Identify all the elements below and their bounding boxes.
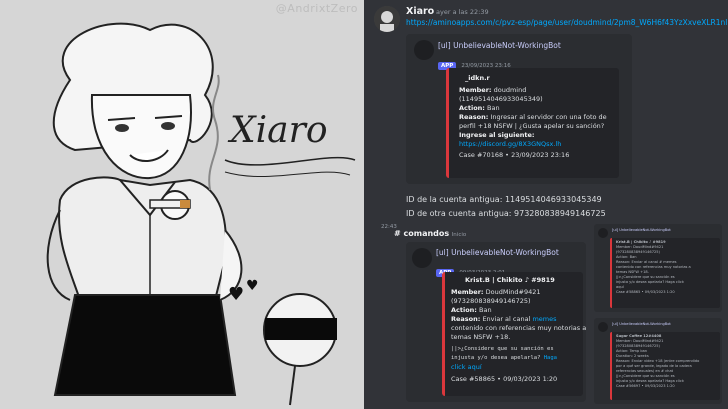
appeal-text: ||>¿Considere que su sanción es (451, 346, 554, 352)
action-value: Ban (479, 306, 492, 314)
mini-line: Case #58865 • 09/03/2023 1:20 (616, 290, 675, 294)
bot-avatar[interactable] (414, 40, 434, 60)
mini-card: Krist.B | Chikito ♪ #9819 Member: DoudMi… (610, 238, 720, 308)
ingrese-label: Ingrese al siguiente: (459, 131, 535, 139)
member-label: Member: (451, 288, 484, 296)
message-username[interactable]: Xiaro (406, 6, 434, 17)
other-account-id: ID de otra cuenta antigua: 9732808389491… (406, 209, 606, 218)
channel-mention[interactable]: # comandos Inicio (394, 229, 466, 238)
case-footer: Case #70168 • 23/09/2023 23:16 (459, 151, 570, 159)
reason-value-cont2: temas NSFW +18. (451, 333, 511, 341)
bot-avatar[interactable] (598, 322, 608, 332)
bot-name[interactable]: [ul] UnbelievableNot-WorkingBot (612, 228, 671, 233)
mini-line: injusta y/o desea apelarla? Haga click (616, 280, 684, 284)
card-title: _idkn.r (465, 74, 490, 82)
bot-name[interactable]: [ul] UnbelievableNot-WorkingBot (612, 322, 671, 327)
mini-card: Sugar Coffee 12#4408 Member: DoudMind#94… (610, 332, 720, 400)
member-value: DoudMind#9421 (485, 288, 541, 296)
embed-card: _idkn.r Member: doudmind (11495140469330… (446, 68, 619, 178)
user-avatar[interactable] (374, 6, 400, 32)
action-label: Action: (451, 306, 477, 314)
message-link[interactable]: https://aminoapps.com/c/pvz-esp/page/use… (406, 18, 728, 27)
appeal-link[interactable]: Haga (544, 355, 557, 361)
signature-text: Xiaro (230, 110, 328, 151)
reason-value-cont: perfil +18 NSFW | ¿Gusta apelar su sanci… (459, 122, 605, 130)
card-title: Krist.B | Chikito ♪ #9819 (465, 276, 555, 284)
mini-embed-2: [ul] UnbelievableNot-WorkingBot Sugar Co… (594, 318, 722, 404)
action-label: Action: (459, 104, 485, 112)
reason-label: Reason: (459, 113, 489, 121)
invite-link[interactable]: https://discord.gg/8X3GNQsx.lh (459, 140, 607, 149)
bot-embed-2: [ul] UnbelievableNot-WorkingBot APP 09/0… (406, 242, 586, 402)
message-timestamp: ayer a las 22:39 (436, 8, 489, 16)
reason-value: Enviar al canal (482, 315, 531, 323)
bot-avatar[interactable] (598, 228, 608, 238)
bot-embed-1: [ul] UnbelievableNot-WorkingBot APP 23/0… (406, 34, 632, 184)
bot-avatar[interactable] (412, 248, 432, 268)
reason-channel-mention[interactable]: memes (532, 315, 556, 323)
appeal-text-2: injusta y/o desea apelarla? (451, 355, 541, 361)
discord-chat-panel: Xiaro ayer a las 22:39 https://aminoapps… (364, 0, 728, 409)
case-footer: Case #58865 • 09/03/2023 1:20 (451, 375, 558, 383)
channel-tag: Inicio (451, 232, 467, 238)
reason-value: Ingresar al servidor con una foto de (490, 113, 607, 121)
channel-name[interactable]: # comandos (394, 229, 449, 238)
reason-value-cont: contenido con referencias muy notorias a (451, 324, 587, 332)
action-value: Ban (487, 104, 500, 112)
embed-card: Krist.B | Chikito ♪ #9819 Member: DoudMi… (442, 272, 587, 396)
mini-line: Case #56697 • 09/03/2023 1:20 (616, 384, 675, 388)
reason-label: Reason: (451, 315, 481, 323)
member-id: (1149514046933045349) (459, 95, 543, 103)
artwork-panel: @AndrixtZero ♥ ♥ Xiaro (0, 0, 364, 409)
bot-name[interactable]: [ul] UnbelievableNot-WorkingBot (438, 41, 561, 50)
svg-text:♥: ♥ (228, 284, 244, 305)
appeal-link-2[interactable]: click aquí (451, 363, 586, 372)
mini-embed-1: [ul] UnbelievableNot-WorkingBot Krist.B … (594, 224, 722, 312)
svg-text:♥: ♥ (246, 278, 259, 294)
member-value: doudmind (493, 86, 527, 94)
character-illustration: ♥ ♥ (46, 22, 356, 406)
old-account-id: ID de la cuenta antigua: 114951404693304… (406, 195, 602, 204)
bot-name[interactable]: [ul] UnbelievableNot-WorkingBot (436, 248, 559, 257)
member-label: Member: (459, 86, 492, 94)
member-id: (973280838949146725) (451, 297, 531, 305)
